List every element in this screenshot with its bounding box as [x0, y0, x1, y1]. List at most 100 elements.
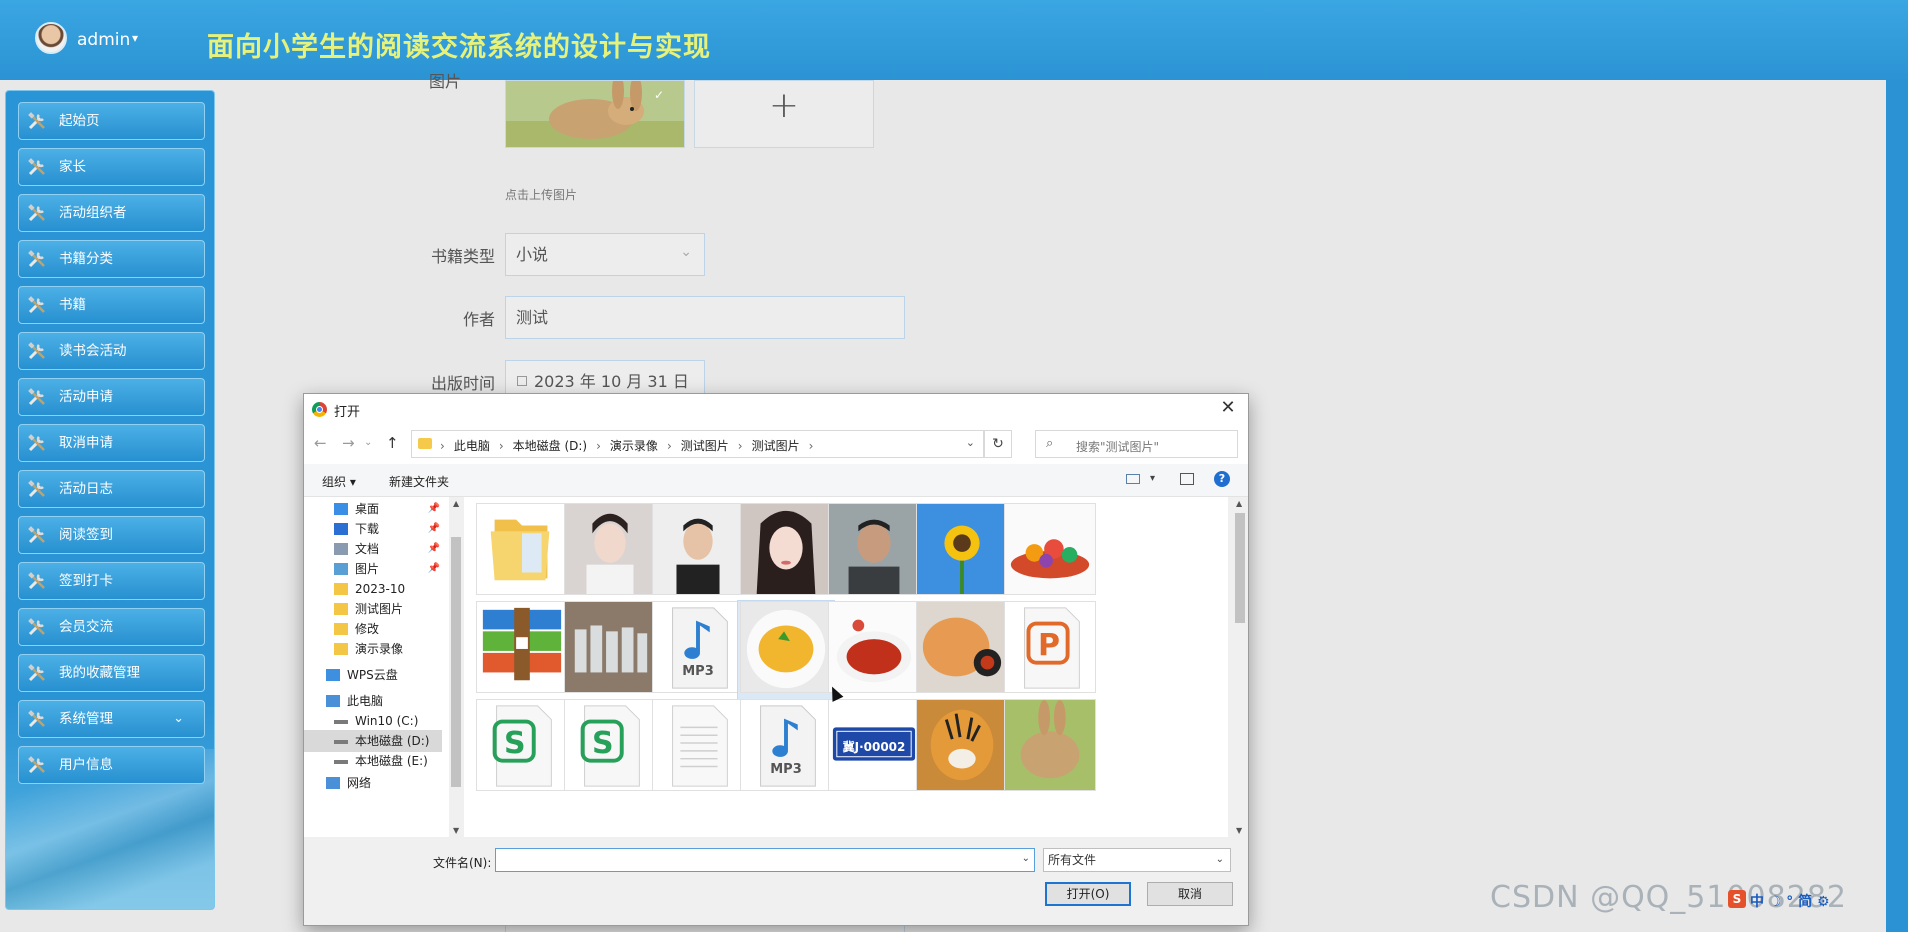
file-item[interactable]	[650, 699, 746, 798]
sidebar-item[interactable]: 签到打卡	[18, 562, 205, 600]
file-item[interactable]: S	[474, 699, 570, 798]
file-item[interactable]: 1	[562, 503, 658, 616]
sidebar-item[interactable]: 我的收藏管理	[18, 654, 205, 692]
filetype-select[interactable]: 所有文件 ⌄	[1043, 848, 1231, 872]
ime-status[interactable]: 中 ☽ ° 简 ⚙	[1750, 891, 1830, 911]
sidebar-item[interactable]: 书籍	[18, 286, 205, 324]
open-button[interactable]: 打开(O)	[1045, 882, 1131, 906]
dialog-navigation: ← → ⌄ ↑ › 此电脑 › 本地磁盘 (D:) › 演示录像 › 测试图片 › 测试图片 › ⌄…	[304, 424, 1248, 464]
username[interactable]: admin	[77, 30, 130, 50]
chevron-down-icon[interactable]: ⌄	[966, 436, 975, 449]
desktop-icon	[334, 503, 348, 515]
nav-pane-item[interactable]: 网络	[304, 772, 442, 794]
tools-icon	[28, 112, 45, 130]
file-item[interactable]: 221	[1002, 503, 1098, 616]
app-letter-icon: S	[592, 726, 614, 761]
nav-pane-item[interactable]: 图片 📌	[304, 558, 442, 580]
sidebar: 起始页家长活动组织者书籍分类书籍读书会活动活动申请取消申请活动日志阅读签到签到打…	[5, 90, 215, 910]
category-label: 书籍类型	[430, 247, 495, 266]
breadcrumb-item[interactable]: 此电脑	[454, 439, 490, 453]
nav-pane-item[interactable]: 桌面 📌	[304, 498, 442, 520]
sidebar-item[interactable]: 活动组织者	[18, 194, 205, 232]
nav-pane-item[interactable]: WPS云盘	[304, 664, 442, 686]
nav-pane-item[interactable]: Win10 (C:)	[304, 710, 442, 732]
sidebar-item[interactable]: 取消申请	[18, 424, 205, 462]
avatar[interactable]	[35, 22, 67, 54]
search-icon: ⌕	[1046, 436, 1054, 451]
file-item[interactable]: 2222	[562, 601, 658, 714]
file-item[interactable]: S	[562, 699, 658, 798]
file-item[interactable]	[914, 699, 1010, 798]
nav-pane-label: 测试图片	[355, 602, 404, 616]
new-folder-button[interactable]: 新建文件夹	[389, 473, 449, 490]
ime-logo-icon[interactable]: S	[1728, 890, 1746, 908]
sidebar-item[interactable]: 家长	[18, 148, 205, 186]
sidebar-item[interactable]: 会员交流	[18, 608, 205, 646]
chrome-icon	[312, 402, 327, 417]
chevron-down-icon[interactable]: ▾	[132, 31, 138, 45]
recent-locations-icon[interactable]: ⌄	[364, 437, 372, 448]
dialog-titlebar[interactable]: 打开 ✕	[304, 394, 1248, 424]
file-item[interactable]: 22	[914, 503, 1010, 616]
file-item[interactable]: 312	[474, 601, 570, 714]
category-select[interactable]: 小说 ⌄	[505, 233, 705, 276]
file-item[interactable]: 3	[650, 503, 746, 616]
help-icon[interactable]: ?	[1214, 471, 1230, 487]
upload-button[interactable]: +	[694, 80, 874, 148]
chevron-down-icon[interactable]: ⌄	[1022, 853, 1030, 864]
sidebar-item[interactable]: 读书会活动	[18, 332, 205, 370]
file-item[interactable]: 8	[738, 503, 834, 616]
view-mode-icon[interactable]	[1126, 474, 1140, 484]
nav-pane-item[interactable]: 修改	[304, 618, 442, 640]
nav-pane-item[interactable]: 本地磁盘 (D:)	[304, 730, 442, 752]
address-bar[interactable]: › 此电脑 › 本地磁盘 (D:) › 演示录像 › 测试图片 › 测试图片 › ⌄	[411, 430, 984, 458]
back-arrow-icon[interactable]: ←	[314, 434, 327, 452]
cancel-button[interactable]: 取消	[1147, 882, 1233, 906]
nav-pane-item[interactable]: 测试图片	[304, 598, 442, 620]
file-item[interactable]: MP3	[738, 699, 834, 798]
breadcrumb-item[interactable]: 测试图片	[752, 439, 800, 453]
sidebar-item[interactable]: 阅读签到	[18, 516, 205, 554]
forward-arrow-icon[interactable]: →	[342, 434, 355, 452]
nav-pane-item[interactable]: 2023-10	[304, 578, 442, 600]
file-item[interactable]: 11	[826, 503, 922, 616]
refresh-icon[interactable]: ↻	[984, 430, 1012, 458]
sidebar-item[interactable]: 书籍分类	[18, 240, 205, 278]
breadcrumb-item[interactable]: 测试图片	[681, 439, 729, 453]
drive-icon	[334, 720, 348, 724]
navigation-scrollbar[interactable]: ▲ ▼	[449, 497, 463, 837]
file-list-scrollbar[interactable]: ▲ ▼	[1232, 497, 1248, 837]
file-item[interactable]: 冀J·00002	[826, 699, 922, 798]
close-icon[interactable]: ✕	[1216, 396, 1240, 420]
nav-pane-item[interactable]: 本地磁盘 (E:)	[304, 750, 442, 772]
scrollbar-thumb[interactable]	[451, 537, 461, 787]
organize-button[interactable]: 组织 ▾	[322, 473, 356, 490]
document-icon	[334, 543, 348, 555]
search-input[interactable]: ⌕ 搜索"测试图片"	[1035, 430, 1238, 458]
folder-icon	[334, 603, 348, 615]
sidebar-item-label: 会员交流	[59, 619, 113, 635]
sidebar-item[interactable]: 起始页	[18, 102, 205, 140]
sidebar-item-label: 起始页	[59, 113, 100, 129]
author-input[interactable]: 测试	[505, 296, 905, 339]
sidebar-item[interactable]: 活动申请	[18, 378, 205, 416]
sidebar-item[interactable]: 系统管理 ⌄	[18, 700, 205, 738]
nav-pane-item[interactable]: 此电脑	[304, 690, 442, 712]
scrollbar-thumb[interactable]	[1235, 513, 1245, 623]
preview-pane-icon[interactable]	[1180, 473, 1194, 485]
breadcrumb-item[interactable]: 本地磁盘 (D:)	[513, 439, 587, 453]
sidebar-item[interactable]: 活动日志	[18, 470, 205, 508]
nav-pane-item[interactable]: 下载 📌	[304, 518, 442, 540]
breadcrumb-item[interactable]: 演示录像	[610, 439, 658, 453]
chevron-down-icon[interactable]: ▾	[1150, 473, 1155, 484]
sidebar-item-label: 阅读签到	[59, 527, 113, 543]
up-arrow-icon[interactable]: ↑	[386, 434, 399, 452]
folder-thumbnail	[476, 503, 568, 595]
file-item[interactable]	[1002, 699, 1098, 798]
uploaded-image-thumbnail[interactable]: ✓	[505, 73, 685, 148]
sidebar-item[interactable]: 用户信息	[18, 746, 205, 784]
filename-input[interactable]: ⌄	[495, 848, 1035, 872]
nav-pane-label: 2023-10	[355, 582, 406, 596]
nav-pane-item[interactable]: 演示录像	[304, 638, 442, 660]
nav-pane-item[interactable]: 文档 📌	[304, 538, 442, 560]
